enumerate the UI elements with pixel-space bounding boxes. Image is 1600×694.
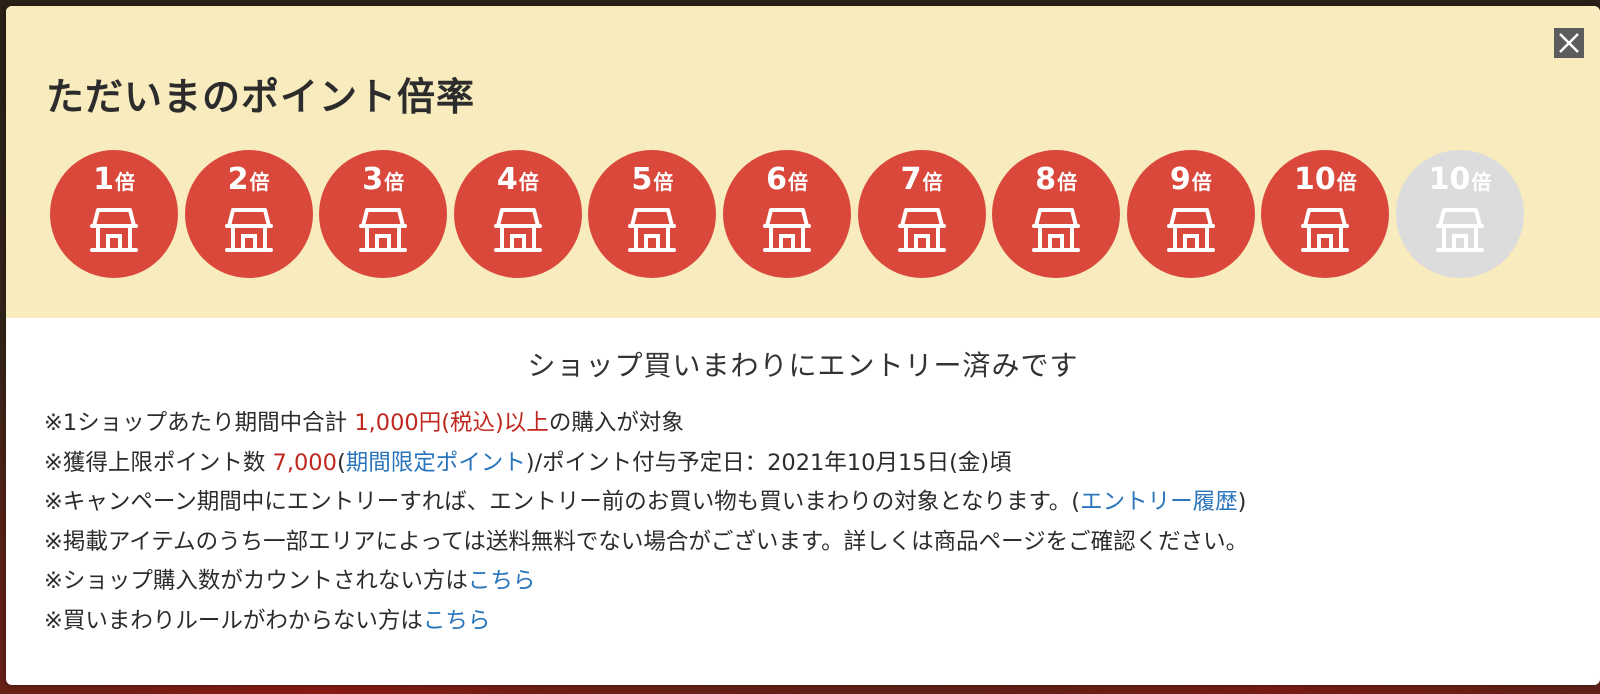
modal-header: ただいまのポイント倍率 1倍 2倍 3倍 4倍 5倍 6倍 7倍 8倍 9倍 10倍 10倍	[6, 6, 1600, 318]
multiplier-label: 9倍	[1127, 162, 1255, 200]
multiplier-badge: 1倍	[50, 150, 178, 278]
close-button[interactable]	[1554, 28, 1584, 58]
shop-icon	[1301, 208, 1350, 252]
multiplier-unit: 倍	[1471, 170, 1492, 194]
multiplier-unit: 倍	[653, 170, 674, 194]
multiplier-unit: 倍	[1057, 170, 1078, 194]
purchase-threshold: 1,000円(税込)以上	[354, 410, 549, 436]
multiplier-badge: 5倍	[588, 150, 717, 278]
modal-title: ただいまのポイント倍率	[46, 75, 476, 119]
shop-icon	[224, 208, 273, 252]
multiplier-unit: 倍	[384, 170, 405, 194]
multiplier-badge: 10倍	[1261, 150, 1390, 278]
multiplier-unit: 倍	[922, 170, 943, 194]
multiplier-badge: 7倍	[857, 150, 986, 278]
multiplier-badge-row: 1倍 2倍 3倍 4倍 5倍 6倍 7倍 8倍 9倍 10倍 10倍	[50, 150, 1550, 280]
point-limit-value: 7,000	[272, 449, 337, 476]
shop-icon	[1032, 208, 1081, 252]
multiplier-number: 9	[1169, 162, 1191, 197]
shop-icon	[628, 208, 677, 252]
multiplier-label: 6倍	[723, 162, 851, 200]
note-shop-count: ※ショップ購入数がカウントされない方はこちら	[44, 568, 536, 595]
multiplier-unit: 倍	[787, 170, 808, 194]
notes-list: ※1ショップあたり期間中合計 1,000円(税込)以上の購入が対象 ※獲得上限ポ…	[44, 404, 1584, 642]
multiplier-badge: 2倍	[184, 150, 313, 278]
multiplier-number: 7	[900, 162, 922, 197]
entry-status-text: ショップ買いまわりにエントリー済みです	[527, 349, 1079, 382]
shop-count-help-link[interactable]: こちら	[468, 568, 536, 594]
multiplier-label: 8倍	[992, 162, 1120, 200]
multiplier-unit: 倍	[1191, 170, 1212, 194]
rules-help-link[interactable]: こちら	[423, 608, 491, 634]
multiplier-number: 8	[1035, 162, 1057, 197]
note-rules: ※買いまわりルールがわからない方はこちら	[44, 607, 491, 634]
multiplier-label: 4倍	[454, 162, 582, 200]
multiplier-label: 10倍	[1396, 162, 1524, 200]
multiplier-label: 2倍	[185, 162, 313, 200]
multiplier-unit: 倍	[1336, 170, 1357, 194]
multiplier-unit: 倍	[114, 170, 135, 194]
multiplier-unit: 倍	[518, 170, 539, 194]
close-icon	[1559, 33, 1579, 53]
note-purchase-condition: ※1ショップあたり期間中合計 1,000円(税込)以上の購入が対象	[44, 410, 684, 436]
shop-icon	[359, 208, 408, 252]
multiplier-label: 5倍	[588, 162, 716, 200]
limited-time-points-link[interactable]: 期間限定ポイント	[346, 450, 526, 476]
multiplier-label: 10倍	[1261, 162, 1389, 200]
multiplier-badge: 10倍	[1396, 150, 1524, 278]
multiplier-badge: 9倍	[1126, 150, 1255, 278]
multiplier-badge: 8倍	[992, 150, 1121, 278]
shop-icon	[897, 208, 946, 252]
note-entry-timing: ※キャンペーン期間中にエントリーすれば、エントリー前のお買い物も買いまわりの対象…	[44, 489, 1247, 516]
multiplier-number: 2	[227, 162, 249, 197]
multiplier-label: 3倍	[319, 162, 447, 200]
shop-icon	[1166, 208, 1215, 252]
multiplier-badge: 6倍	[723, 150, 851, 278]
multiplier-number: 4	[496, 162, 518, 197]
shop-icon	[493, 208, 542, 252]
multiplier-label: 7倍	[858, 162, 986, 200]
entry-history-link[interactable]: エントリー履歴	[1080, 489, 1238, 515]
shop-icon	[90, 208, 138, 252]
points-modal: ただいまのポイント倍率 1倍 2倍 3倍 4倍 5倍 6倍 7倍 8倍 9倍 10倍 10倍 ショッ…	[6, 6, 1600, 685]
shop-icon	[763, 208, 811, 252]
note-shipping: ※掲載アイテムのうち一部エリアによっては送料無料でない場合がございます。詳しくは…	[44, 528, 1249, 555]
note-point-limit: ※獲得上限ポイント数 7,000(期間限定ポイント)/ポイント付与予定日：202…	[44, 449, 1012, 476]
multiplier-badge: 3倍	[319, 150, 448, 278]
multiplier-number: 10	[1294, 162, 1336, 197]
multiplier-unit: 倍	[249, 170, 270, 194]
shop-icon	[1436, 208, 1484, 252]
multiplier-label: 1倍	[50, 162, 178, 200]
multiplier-number: 6	[766, 162, 787, 197]
multiplier-badge: 4倍	[453, 150, 582, 278]
multiplier-number: 3	[362, 162, 384, 197]
multiplier-number: 5	[631, 162, 653, 197]
multiplier-number: 10	[1428, 162, 1471, 197]
multiplier-number: 1	[93, 162, 114, 197]
